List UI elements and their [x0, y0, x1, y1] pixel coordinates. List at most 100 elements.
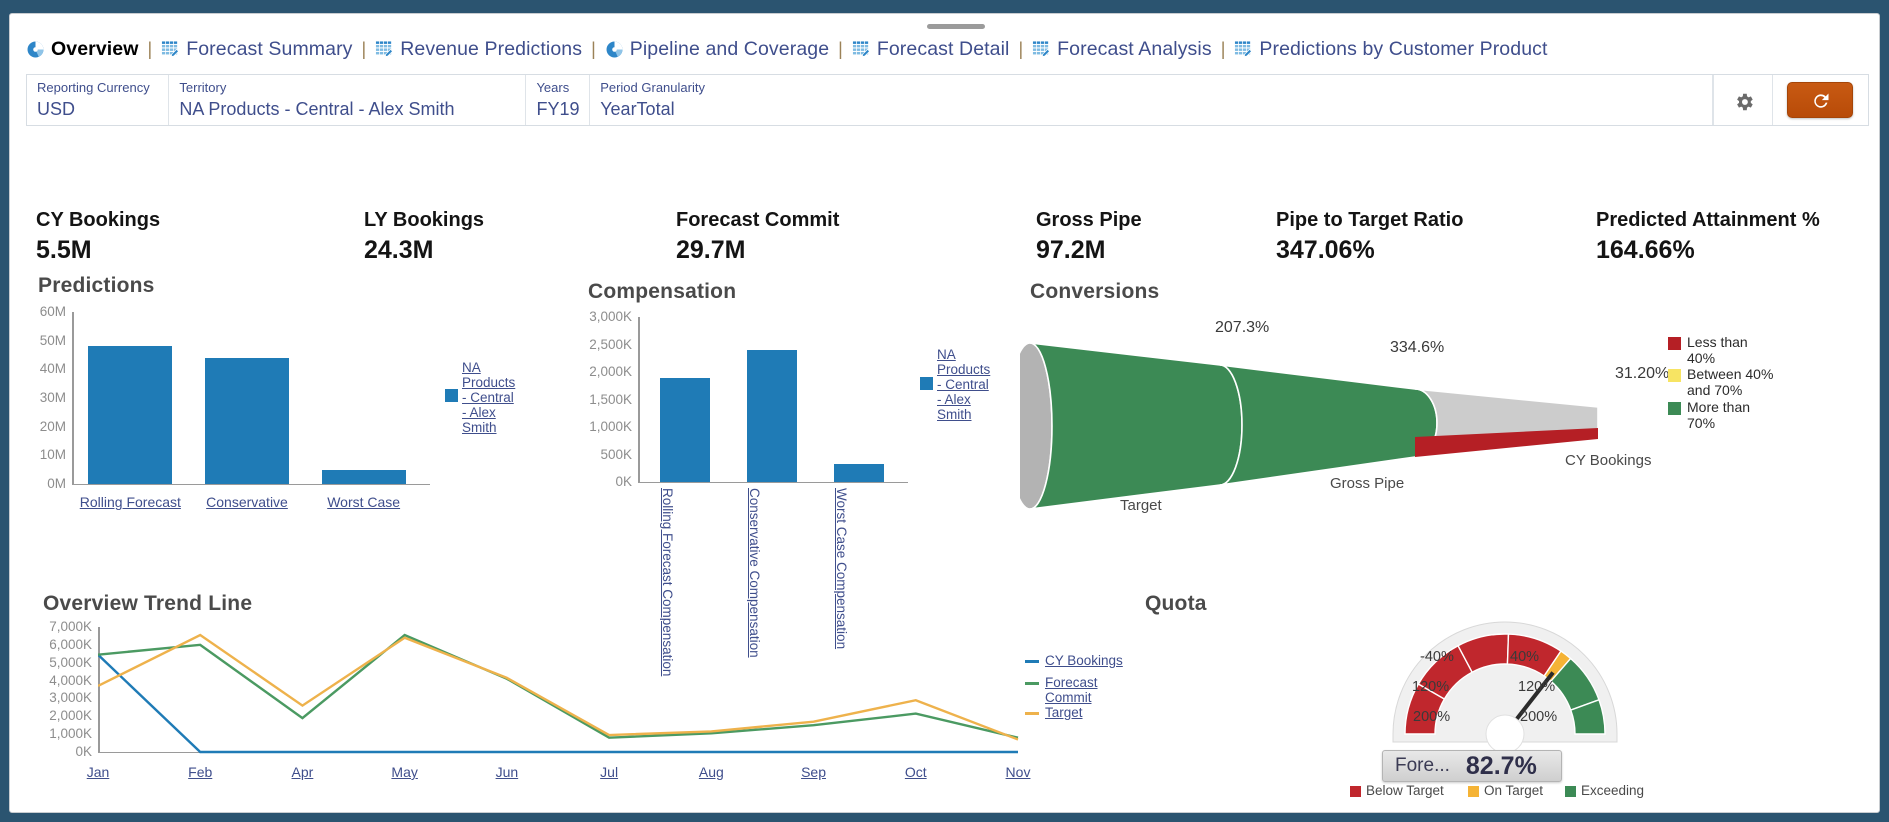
- pie-chart-icon: [26, 40, 45, 59]
- nav-item-label: Predictions by Customer Product: [1259, 37, 1548, 60]
- nav-item-forecast-summary[interactable]: Forecast Summary: [161, 38, 352, 61]
- nav-item-forecast-analysis[interactable]: Forecast Analysis: [1032, 38, 1212, 61]
- filter-period-granularity[interactable]: Period Granularity YearTotal: [590, 75, 1713, 125]
- filter-value: FY19: [536, 99, 580, 119]
- nav-item-label: Revenue Predictions: [400, 37, 583, 60]
- y-axis-line: [72, 312, 74, 484]
- overview-trend-line-chart[interactable]: 0K 1,000K 2,000K 3,000K 4,000K 5,000K 6,000K 7,…: [30, 619, 1123, 809]
- kpi-value: 29.7M: [676, 236, 746, 264]
- x-axis-tick[interactable]: Sep: [784, 764, 844, 780]
- trend-series-target: [98, 633, 1019, 741]
- nav-item-revenue-predictions[interactable]: Revenue Predictions: [375, 38, 582, 61]
- panel-drag-handle[interactable]: [927, 24, 985, 29]
- pie-chart-icon: [605, 40, 624, 59]
- funnel-stage-label-cy-bookings: CY Bookings: [1565, 452, 1652, 469]
- compensation-title: Compensation: [588, 280, 737, 303]
- settings-button[interactable]: [1712, 75, 1773, 125]
- kpi-forecast-commit: Forecast Commit 29.7M: [676, 209, 839, 265]
- filter-label: Reporting Currency: [37, 80, 150, 95]
- filter-years[interactable]: Years FY19: [526, 75, 591, 125]
- quota-legend-label: On Target: [1484, 783, 1544, 798]
- gauge-readout-value: 82.7%: [1465, 751, 1537, 780]
- kpi-pipe-to-target-ratio: Pipe to Target Ratio 347.06%: [1276, 209, 1463, 265]
- category-label[interactable]: Worst Case: [304, 494, 424, 510]
- kpi-gross-pipe: Gross Pipe 97.2M: [1036, 209, 1142, 265]
- kpi-predicted-attainment-: Predicted Attainment % 164.66%: [1596, 209, 1820, 265]
- x-axis-tick[interactable]: Apr: [272, 764, 332, 780]
- y-axis-tick: 2,000K: [49, 708, 92, 724]
- compensation-chart[interactable]: 0K 500K 1,000K 1,500K 2,000K 2,500K 3,000K Roll…: [580, 309, 1020, 676]
- x-axis-tick[interactable]: Jul: [579, 764, 639, 780]
- trend-legend-swatch: [1025, 660, 1039, 663]
- funnel-legend-swatch: [1668, 402, 1681, 415]
- x-axis-tick[interactable]: Oct: [886, 764, 946, 780]
- nav-separator: |: [1220, 38, 1226, 59]
- category-label[interactable]: Conservative: [187, 494, 307, 510]
- y-axis-tick: 1,500K: [589, 391, 632, 407]
- y-axis-tick: 3,000K: [49, 690, 92, 706]
- filter-label: Years: [536, 80, 570, 95]
- funnel-legend-label: More than 70%: [1687, 399, 1751, 431]
- nav-item-overview[interactable]: Overview: [26, 38, 139, 61]
- funnel-legend-swatch: [1668, 369, 1681, 382]
- category-label[interactable]: Rolling Forecast: [70, 494, 190, 510]
- predictions-chart[interactable]: 0M 10M 20M 30M 40M 50M 60M Rolling Forecast Cons…: [30, 304, 516, 510]
- nav-item-predictions-by-customer-product[interactable]: Predictions by Customer Product: [1234, 38, 1547, 61]
- y-axis-tick: 0K: [75, 744, 92, 759]
- kpi-title: Gross Pipe: [1036, 209, 1142, 231]
- x-axis-tick[interactable]: Feb: [170, 764, 230, 780]
- funnel-percent-cy-bookings: 31.20%: [1615, 365, 1670, 382]
- kpi-value: 164.66%: [1596, 236, 1695, 264]
- filter-value: USD: [37, 99, 76, 119]
- funnel-percent-gross-pipe: 334.6%: [1390, 339, 1445, 356]
- bar-worst-case-compensation[interactable]: [833, 464, 884, 482]
- legend-label[interactable]: NA Products - Central - Alex Smith: [937, 347, 992, 422]
- bar-rolling-forecast-compensation[interactable]: [660, 377, 711, 482]
- trend-legend-swatch: [1025, 712, 1039, 715]
- bar-rolling-forecast[interactable]: [88, 346, 173, 484]
- x-axis-tick[interactable]: Nov: [988, 764, 1048, 780]
- trend-legend-label[interactable]: Target: [1045, 705, 1125, 720]
- kpi-title: CY Bookings: [36, 209, 161, 231]
- nav-item-forecast-detail[interactable]: Forecast Detail: [852, 38, 1010, 61]
- y-axis-tick: 20M: [39, 418, 66, 434]
- gauge-tick-left: 200%: [1413, 709, 1451, 725]
- quota-legend: Below Target On Target Exceeding: [1350, 782, 1650, 806]
- funnel-graphic: [1020, 342, 1599, 510]
- gauge-tick-right: 40%: [1510, 649, 1540, 665]
- grid-edit-icon: [1234, 40, 1253, 59]
- gauge-tick-right: 120%: [1518, 679, 1556, 695]
- x-axis-tick[interactable]: Jan: [68, 764, 128, 780]
- x-axis-line: [638, 482, 908, 483]
- trend-legend-label[interactable]: CY Bookings: [1045, 653, 1125, 668]
- legend-label[interactable]: NA Products - Central - Alex Smith: [462, 360, 515, 435]
- filter-territory[interactable]: Territory NA Products - Central - Alex S…: [169, 75, 527, 125]
- y-axis-tick: 4,000K: [49, 672, 92, 688]
- y-axis-tick: 60M: [39, 304, 66, 319]
- legend-swatch: [920, 377, 933, 390]
- y-axis-tick: 40M: [39, 361, 66, 377]
- refresh-button[interactable]: [1787, 82, 1854, 118]
- x-axis-tick[interactable]: Jun: [477, 764, 537, 780]
- funnel-stage-label-target: Target: [1120, 497, 1162, 514]
- filter-reporting-currency[interactable]: Reporting Currency USD: [27, 75, 170, 125]
- quota-gauge[interactable]: -40% 120% 200% 40% 120% 200% Fore... 82.7%: [1382, 614, 1620, 804]
- trend-legend-label[interactable]: Forecast Commit: [1045, 675, 1125, 705]
- quota-legend-swatch: [1468, 786, 1479, 797]
- nav-item-pipeline-and-coverage[interactable]: Pipeline and Coverage: [605, 38, 829, 61]
- bar-conservative-compensation[interactable]: [747, 350, 797, 482]
- gear-icon: [1733, 91, 1753, 110]
- funnel-legend-swatch: [1668, 337, 1681, 350]
- kpi-cy-bookings: CY Bookings 5.5M: [36, 209, 160, 265]
- gauge-tick-right: 200%: [1520, 709, 1558, 725]
- bar-conservative[interactable]: [205, 358, 289, 484]
- bar-worst-case[interactable]: [321, 469, 406, 484]
- filter-value: YearTotal: [600, 99, 675, 119]
- x-axis-tick[interactable]: Aug: [681, 764, 741, 780]
- kpi-value: 97.2M: [1036, 236, 1106, 264]
- quota-legend-swatch: [1350, 786, 1361, 797]
- x-axis-tick[interactable]: May: [375, 764, 435, 780]
- dashboard-window: Overview | Forecast Summary | Revenue Predic…: [9, 13, 1880, 813]
- conversions-funnel[interactable]: 207.3% Target 334.6% Gross Pipe 31.20% CY Boo…: [1020, 309, 1879, 559]
- kpi-title: Pipe to Target Ratio: [1276, 209, 1464, 231]
